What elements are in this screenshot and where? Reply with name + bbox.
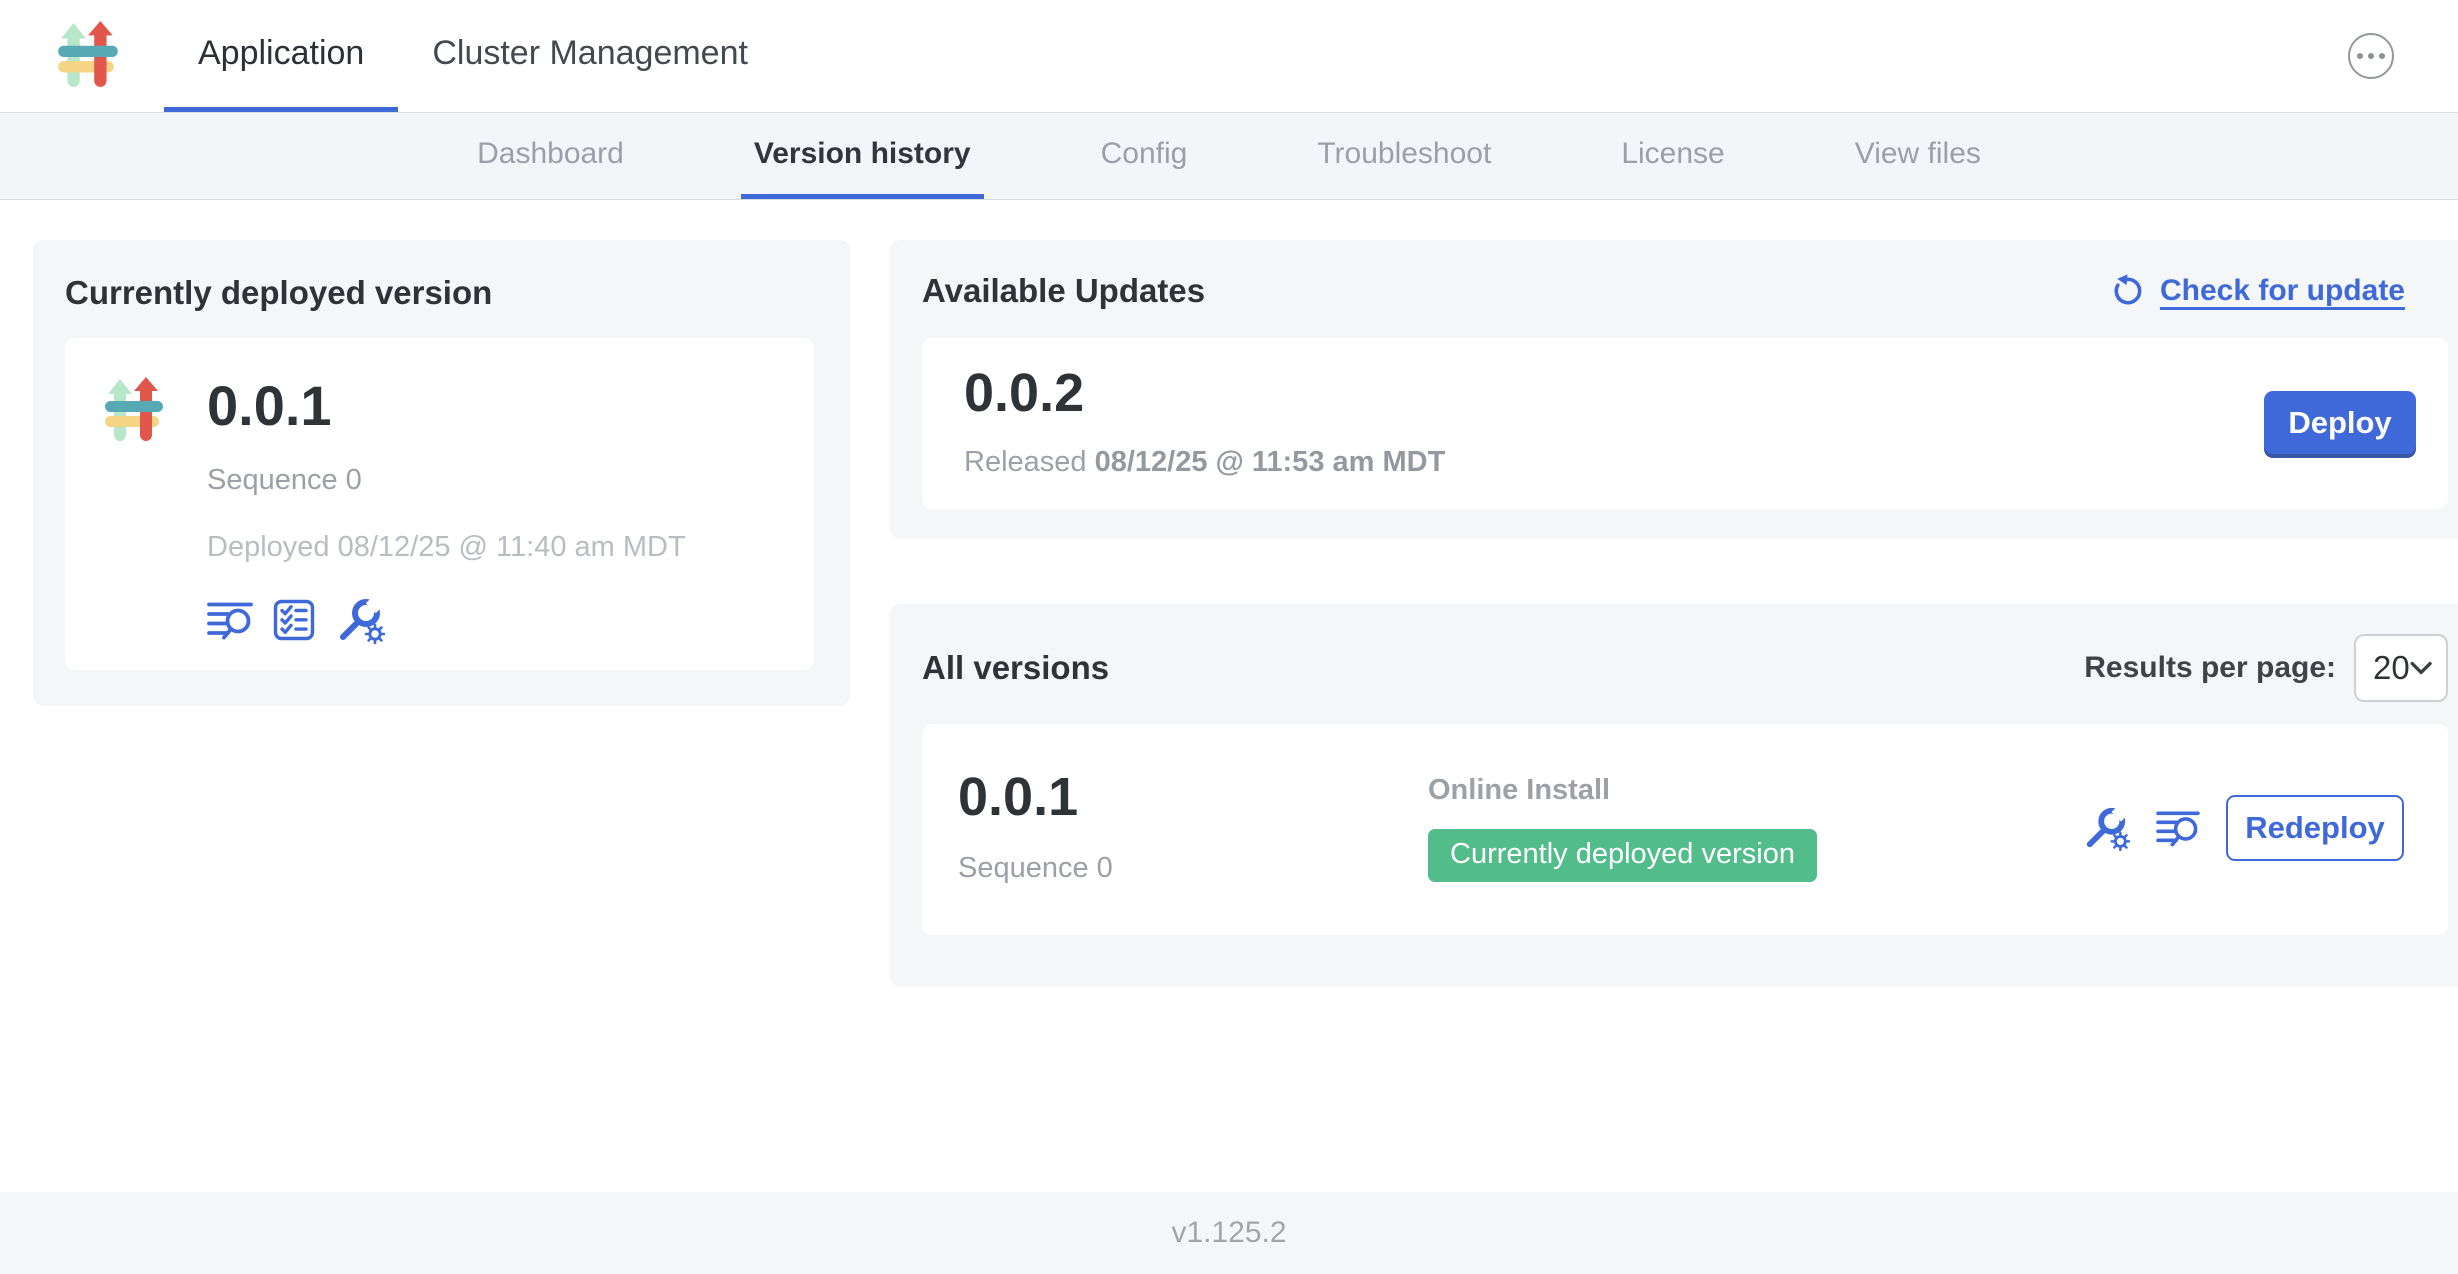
update-row: 0.0.2 Released 08/12/25 @ 11:53 am MDT D… — [922, 338, 2448, 509]
currently-deployed-card: Currently deployed version 0.0.1 Sequenc… — [33, 240, 850, 706]
results-per-page-select[interactable]: 20 — [2354, 634, 2448, 702]
version-row-status: Online Install Currently deployed versio… — [1428, 774, 1817, 882]
deployed-version-number: 0.0.1 — [207, 378, 686, 434]
deployed-version-actions — [207, 596, 686, 644]
app-logo-icon — [105, 376, 163, 446]
tab-dashboard[interactable]: Dashboard — [464, 113, 637, 199]
tab-application[interactable]: Application — [164, 0, 398, 112]
tab-config[interactable]: Config — [1088, 113, 1201, 199]
tab-view-files[interactable]: View files — [1842, 113, 1994, 199]
primary-nav: Application Cluster Management — [164, 0, 782, 112]
app-subnav: Dashboard Version history Config Trouble… — [0, 113, 2458, 200]
deployed-sequence-label: Sequence 0 — [207, 464, 686, 497]
deploy-button[interactable]: Deploy — [2264, 391, 2416, 454]
deployed-timestamp: Deployed 08/12/25 @ 11:40 am MDT — [207, 531, 686, 564]
all-versions-header: All versions Results per page: 20 — [922, 634, 2448, 702]
main-content: Currently deployed version 0.0.1 Sequenc… — [0, 200, 2458, 1192]
ellipsis-icon — [2379, 53, 2386, 60]
deployed-timestamp-value: 08/12/25 @ 11:40 am MDT — [338, 531, 686, 563]
currently-deployed-title: Currently deployed version — [65, 274, 814, 312]
chevron-down-icon — [2410, 660, 2432, 676]
tab-cluster-management[interactable]: Cluster Management — [398, 0, 782, 112]
row-version-number: 0.0.1 — [958, 770, 1428, 824]
app-footer: v1.125.2 — [0, 1192, 2458, 1274]
refresh-icon — [2110, 273, 2146, 309]
results-per-page: Results per page: 20 — [2084, 634, 2448, 702]
available-updates-title: Available Updates — [922, 272, 1205, 310]
all-versions-title: All versions — [922, 649, 1109, 687]
deployed-version-panel: 0.0.1 Sequence 0 Deployed 08/12/25 @ 11:… — [65, 338, 814, 670]
config-icon[interactable] — [2082, 805, 2130, 851]
app-logo-icon — [58, 21, 118, 91]
all-versions-card: All versions Results per page: 20 0.0.1 … — [890, 604, 2458, 987]
ellipsis-icon — [2357, 53, 2364, 60]
update-info: 0.0.2 Released 08/12/25 @ 11:53 am MDT — [964, 366, 1445, 479]
results-per-page-value: 20 — [2373, 649, 2410, 687]
row-sequence-label: Sequence 0 — [958, 852, 1428, 885]
redeploy-button[interactable]: Redeploy — [2226, 795, 2404, 861]
available-updates-header: Available Updates Check for update — [922, 272, 2448, 310]
status-badge: Currently deployed version — [1428, 829, 1817, 882]
config-icon[interactable] — [335, 596, 385, 644]
release-notes-icon[interactable] — [2156, 809, 2200, 847]
console-version-label: v1.125.2 — [1171, 1216, 1286, 1250]
ellipsis-icon — [2368, 53, 2375, 60]
deployed-version-info: 0.0.1 Sequence 0 Deployed 08/12/25 @ 11:… — [207, 368, 686, 644]
available-updates-card: Available Updates Check for update 0.0.2… — [890, 240, 2458, 539]
version-row: 0.0.1 Sequence 0 Online Install Currentl… — [922, 724, 2448, 935]
released-value: 08/12/25 @ 11:53 am MDT — [1095, 446, 1446, 478]
update-released-timestamp: Released 08/12/25 @ 11:53 am MDT — [964, 446, 1445, 479]
tab-troubleshoot[interactable]: Troubleshoot — [1304, 113, 1504, 199]
check-for-update-link[interactable]: Check for update — [2110, 273, 2405, 309]
version-row-info: 0.0.1 Sequence 0 — [958, 770, 1428, 885]
results-per-page-label: Results per page: — [2084, 651, 2336, 685]
app-header: Application Cluster Management — [0, 0, 2458, 113]
released-prefix: Released — [964, 446, 1087, 478]
check-for-update-label: Check for update — [2160, 274, 2405, 308]
install-type-label: Online Install — [1428, 774, 1817, 807]
release-notes-icon[interactable] — [207, 600, 253, 640]
tab-license[interactable]: License — [1608, 113, 1737, 199]
deployed-timestamp-prefix: Deployed — [207, 531, 330, 563]
version-row-actions: Redeploy — [2082, 795, 2426, 861]
overflow-menu-button[interactable] — [2348, 33, 2394, 79]
tab-version-history[interactable]: Version history — [741, 113, 984, 199]
preflight-checks-icon[interactable] — [273, 599, 315, 641]
update-version-number: 0.0.2 — [964, 366, 1445, 420]
right-column: Available Updates Check for update 0.0.2… — [890, 240, 2458, 987]
